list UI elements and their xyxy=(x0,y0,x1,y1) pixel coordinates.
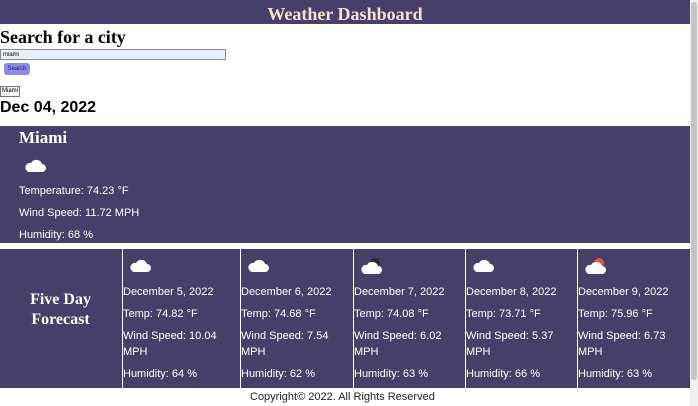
current-date: Dec 04, 2022 xyxy=(0,99,97,116)
forecast-humidity: Humidity: 63 % xyxy=(354,368,428,380)
forecast-wind: Wind Speed: 10.04 MPH xyxy=(123,330,217,358)
cloud-icon xyxy=(24,157,46,178)
forecast-humidity: Humidity: 66 % xyxy=(466,368,540,380)
cloud-sun-icon xyxy=(584,257,608,278)
city-search-input[interactable] xyxy=(0,49,226,60)
forecast-card: December 5, 2022 Temp: 74.82 °F Wind Spe… xyxy=(122,249,240,388)
forecast-temp: Temp: 74.82 °F xyxy=(123,308,198,320)
forecast-humidity: Humidity: 63 % xyxy=(578,368,652,380)
five-day-forecast-panel: Five Day Forecast December 5, 2022 Temp:… xyxy=(0,249,690,388)
current-city-name: Miami xyxy=(19,128,68,147)
forecast-temp: Temp: 74.68 °F xyxy=(241,308,316,320)
current-weather-panel: Miami Temperature: 74.23 °F Wind Speed: … xyxy=(0,126,690,243)
forecast-card: December 7, 2022 Temp: 74.08 °F Wind Spe… xyxy=(353,249,465,388)
forecast-humidity: Humidity: 64 % xyxy=(123,368,197,380)
page-title: Weather Dashboard xyxy=(267,4,423,24)
forecast-card: December 9, 2022 Temp: 75.96 °F Wind Spe… xyxy=(577,249,690,388)
app-header: Weather Dashboard xyxy=(0,0,690,24)
forecast-date: December 9, 2022 xyxy=(578,286,669,298)
search-heading: Search for a city xyxy=(0,27,126,47)
forecast-temp: Temp: 73.71 °F xyxy=(466,308,541,320)
footer-copyright: Copyright© 2022. All Rights Reserved xyxy=(250,391,435,403)
forecast-date: December 8, 2022 xyxy=(466,286,557,298)
forecast-card: December 8, 2022 Temp: 73.71 °F Wind Spe… xyxy=(465,249,577,388)
cloud-icon xyxy=(247,257,269,276)
cloud-icon xyxy=(129,257,151,276)
forecast-title: Five Day Forecast xyxy=(30,291,91,328)
forecast-temp: Temp: 74.08 °F xyxy=(354,308,429,320)
forecast-wind: Wind Speed: 6.73 MPH xyxy=(578,330,666,358)
forecast-wind: Wind Speed: 6.02 MPH xyxy=(354,330,442,358)
forecast-date: December 6, 2022 xyxy=(241,286,332,298)
current-temperature: Temperature: 74.23 °F xyxy=(19,185,129,197)
forecast-date: December 7, 2022 xyxy=(354,286,445,298)
forecast-humidity: Humidity: 62 % xyxy=(241,368,315,380)
cloud-icon xyxy=(472,257,494,276)
forecast-card: December 6, 2022 Temp: 74.68 °F Wind Spe… xyxy=(240,249,353,388)
forecast-date: December 5, 2022 xyxy=(123,286,214,298)
forecast-temp: Temp: 75.96 °F xyxy=(578,308,653,320)
scrollbar-thumb[interactable] xyxy=(691,2,697,380)
vertical-scrollbar[interactable] xyxy=(690,0,698,406)
current-wind: Wind Speed: 11.72 MPH xyxy=(19,207,140,219)
current-humidity: Humidity: 68 % xyxy=(19,229,93,241)
forecast-wind: Wind Speed: 5.37 MPH xyxy=(466,330,554,358)
search-button[interactable]: Search xyxy=(4,63,30,75)
cloud-night-icon xyxy=(360,257,384,278)
history-city-button[interactable]: Miami xyxy=(0,86,20,97)
forecast-wind: Wind Speed: 7.54 MPH xyxy=(241,330,329,358)
